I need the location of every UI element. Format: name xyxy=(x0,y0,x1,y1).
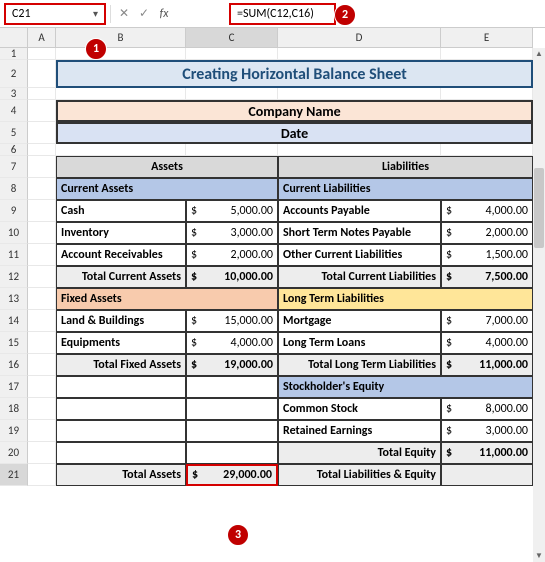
equip-label: Equipments xyxy=(56,332,186,354)
row-header[interactable]: 8 xyxy=(0,178,28,200)
total-le-label: Total Liabilities & Equity xyxy=(278,464,441,486)
name-box[interactable]: C21 ▾ xyxy=(4,3,106,25)
row-header[interactable]: 5 xyxy=(0,122,28,144)
scroll-up-icon[interactable]: ▲ xyxy=(533,48,545,60)
retained-label: Retained Earnings xyxy=(278,420,441,442)
accept-icon[interactable]: ✓ xyxy=(135,5,153,23)
common-stock-value: $8,000.00 xyxy=(441,398,533,420)
stockholder-section: Stockholder's Equity xyxy=(278,376,533,398)
formula-text: =SUM(C12,C16) xyxy=(237,7,314,21)
land-label: Land & Buildings xyxy=(56,310,186,332)
formula-input[interactable]: =SUM(C12,C16) xyxy=(229,3,336,25)
row-header[interactable]: 3 xyxy=(0,88,28,100)
mortgage-value: $7,000.00 xyxy=(441,310,533,332)
row-header[interactable]: 15 xyxy=(0,332,28,354)
short-notes-value: $2,000.00 xyxy=(441,222,533,244)
vertical-scrollbar[interactable]: ▲ ▼ xyxy=(533,48,545,562)
callout-2: 2 xyxy=(334,4,356,26)
scroll-thumb[interactable] xyxy=(534,168,544,248)
short-notes-label: Short Term Notes Payable xyxy=(278,222,441,244)
callout-1: 1 xyxy=(85,38,107,60)
mortgage-label: Mortgage xyxy=(278,310,441,332)
total-ca-label: Total Current Assets xyxy=(56,266,186,288)
col-header-a[interactable]: A xyxy=(28,28,56,48)
scroll-down-icon[interactable]: ▼ xyxy=(533,550,545,562)
date-label: Date xyxy=(56,122,533,144)
total-equity-value: $11,000.00 xyxy=(441,442,533,464)
inventory-label: Inventory xyxy=(56,222,186,244)
row-header[interactable]: 7 xyxy=(0,156,28,178)
fixed-assets-section: Fixed Assets xyxy=(56,288,278,310)
inventory-value: $3,000.00 xyxy=(186,222,278,244)
total-fa-label: Total Fixed Assets xyxy=(56,354,186,376)
assets-header: Assets xyxy=(56,156,278,178)
row-header[interactable]: 9 xyxy=(0,200,28,222)
current-assets-section: Current Assets xyxy=(56,178,278,200)
equip-value: $4,000.00 xyxy=(186,332,278,354)
row-header[interactable]: 19 xyxy=(0,420,28,442)
account-recv-label: Account Receivables xyxy=(56,244,186,266)
long-term-liab-section: Long Term Liabilities xyxy=(278,288,533,310)
total-equity-label: Total Equity xyxy=(278,442,441,464)
callout-3: 3 xyxy=(227,524,249,546)
common-stock-label: Common Stock xyxy=(278,398,441,420)
ltl-label: Long Term Loans xyxy=(278,332,441,354)
column-header-row: A B C D E xyxy=(0,28,545,48)
col-header-b[interactable]: B xyxy=(56,28,186,48)
total-cl-value: $7,500.00 xyxy=(441,266,533,288)
accounts-payable-label: Accounts Payable xyxy=(278,200,441,222)
other-cl-value: $1,500.00 xyxy=(441,244,533,266)
cash-label: Cash xyxy=(56,200,186,222)
total-assets-value[interactable]: $29,000.00 xyxy=(186,464,278,486)
cash-value: $5,000.00 xyxy=(186,200,278,222)
land-value: $15,000.00 xyxy=(186,310,278,332)
row-header[interactable]: 17 xyxy=(0,376,28,398)
formula-bar: C21 ▾ ✕ ✓ fx =SUM(C12,C16) xyxy=(0,0,545,28)
total-fa-value: $19,000.00 xyxy=(186,354,278,376)
cell-grid[interactable]: 1 2 Creating Horizontal Balance Sheet 3 … xyxy=(28,48,545,486)
current-liabilities-section: Current Liabilities xyxy=(278,178,533,200)
accounts-payable-value: $4,000.00 xyxy=(441,200,533,222)
total-le-value xyxy=(441,464,533,486)
row-header[interactable]: 10 xyxy=(0,222,28,244)
row-header[interactable]: 4 xyxy=(0,100,28,122)
chevron-down-icon[interactable]: ▾ xyxy=(93,7,98,20)
row-header[interactable]: 6 xyxy=(0,144,28,156)
cancel-icon[interactable]: ✕ xyxy=(115,5,133,23)
retained-value: $3,000.00 xyxy=(441,420,533,442)
col-header-d[interactable]: D xyxy=(278,28,441,48)
col-header-e[interactable]: E xyxy=(441,28,533,48)
row-header[interactable]: 12 xyxy=(0,266,28,288)
fx-icon[interactable]: fx xyxy=(155,5,173,23)
col-header-c[interactable]: C xyxy=(186,28,278,48)
sheet-title: Creating Horizontal Balance Sheet xyxy=(56,60,533,88)
account-recv-value: $2,000.00 xyxy=(186,244,278,266)
row-header[interactable]: 21 xyxy=(0,464,28,486)
row-header[interactable]: 1 xyxy=(0,48,28,60)
row-header[interactable]: 14 xyxy=(0,310,28,332)
company-name: Company Name xyxy=(56,100,533,122)
row-header[interactable]: 11 xyxy=(0,244,28,266)
row-header[interactable]: 20 xyxy=(0,442,28,464)
row-header[interactable]: 2 xyxy=(0,60,28,88)
total-ca-value: $10,000.00 xyxy=(186,266,278,288)
name-box-value: C21 xyxy=(12,7,93,21)
row-header[interactable]: 16 xyxy=(0,354,28,376)
liabilities-header: Liabilities xyxy=(278,156,533,178)
total-ltl-label: Total Long Term Liabilities xyxy=(278,354,441,376)
total-ltl-value: $11,000.00 xyxy=(441,354,533,376)
formula-bar-buttons: ✕ ✓ fx xyxy=(110,5,181,23)
ltl-value: $4,000.00 xyxy=(441,332,533,354)
select-all-corner[interactable] xyxy=(0,28,28,48)
row-header[interactable]: 18 xyxy=(0,398,28,420)
other-cl-label: Other Current Liabilities xyxy=(278,244,441,266)
total-assets-label: Total Assets xyxy=(56,464,186,486)
total-cl-label: Total Current Liabilities xyxy=(278,266,441,288)
row-header[interactable]: 13 xyxy=(0,288,28,310)
